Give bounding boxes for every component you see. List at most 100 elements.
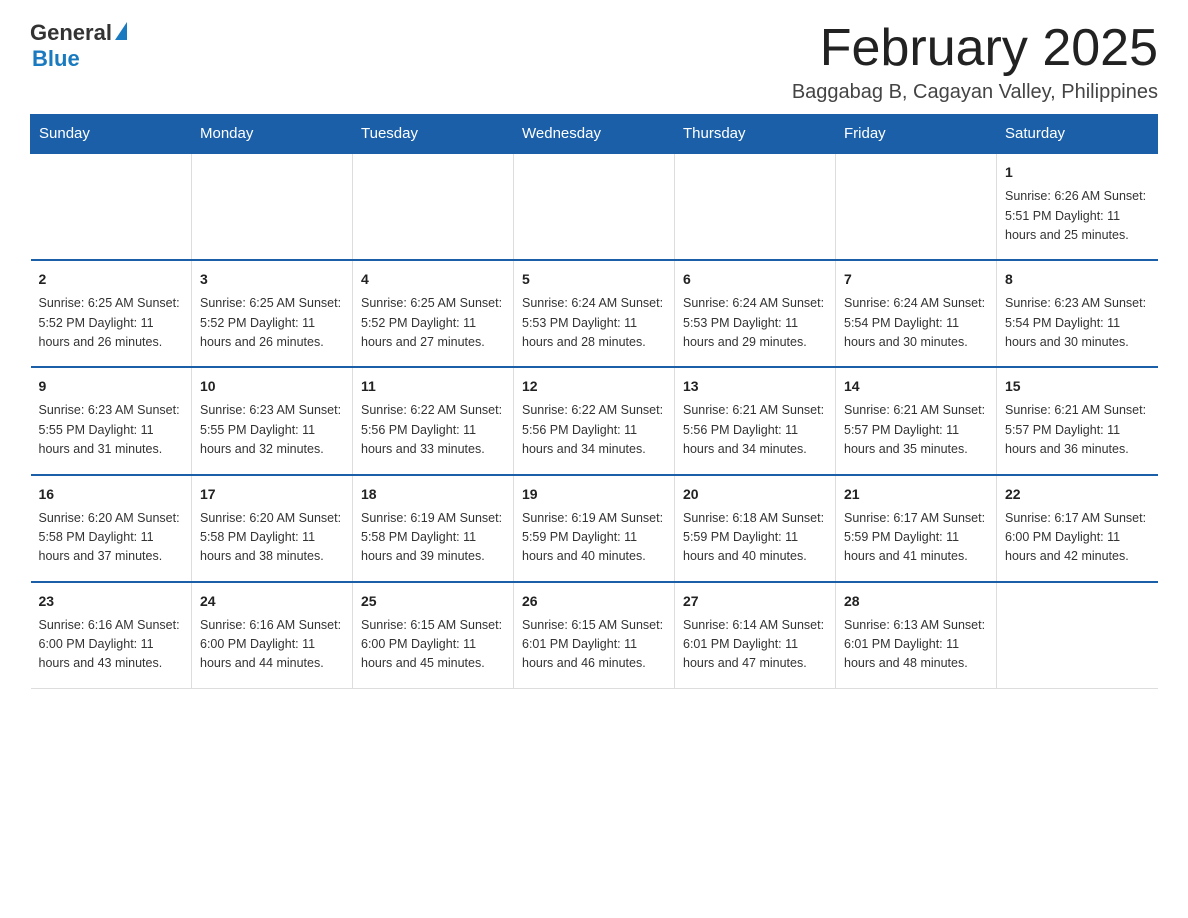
calendar-cell: 14 Sunrise: 6:21 AM Sunset: 5:57 PM Dayli… xyxy=(836,367,997,474)
header-day-saturday: Saturday xyxy=(997,115,1158,154)
day-info: Sunrise: 6:22 AM Sunset: 5:56 PM Dayligh… xyxy=(361,401,505,459)
header-day-monday: Monday xyxy=(192,115,353,154)
day-number: 6 xyxy=(683,269,827,290)
day-info: Sunrise: 6:26 AM Sunset: 5:51 PM Dayligh… xyxy=(1005,187,1150,245)
calendar-cell: 21 Sunrise: 6:17 AM Sunset: 5:59 PM Dayli… xyxy=(836,475,997,582)
day-number: 14 xyxy=(844,376,988,397)
day-number: 19 xyxy=(522,484,666,505)
calendar-cell: 19 Sunrise: 6:19 AM Sunset: 5:59 PM Dayli… xyxy=(514,475,675,582)
day-info: Sunrise: 6:21 AM Sunset: 5:57 PM Dayligh… xyxy=(1005,401,1150,459)
day-info: Sunrise: 6:25 AM Sunset: 5:52 PM Dayligh… xyxy=(39,294,184,352)
calendar-cell xyxy=(675,153,836,260)
day-info: Sunrise: 6:16 AM Sunset: 6:00 PM Dayligh… xyxy=(200,616,344,674)
logo-triangle-icon xyxy=(115,22,127,40)
calendar-cell: 13 Sunrise: 6:21 AM Sunset: 5:56 PM Dayli… xyxy=(675,367,836,474)
logo-blue-text: Blue xyxy=(32,46,80,72)
header-day-wednesday: Wednesday xyxy=(514,115,675,154)
day-info: Sunrise: 6:20 AM Sunset: 5:58 PM Dayligh… xyxy=(39,509,184,567)
title-block: February 2025 Baggabag B, Cagayan Valley… xyxy=(792,20,1158,104)
calendar-cell: 1Sunrise: 6:26 AM Sunset: 5:51 PM Daylig… xyxy=(997,153,1158,260)
calendar-cell: 7 Sunrise: 6:24 AM Sunset: 5:54 PM Daylig… xyxy=(836,260,997,367)
day-number: 7 xyxy=(844,269,988,290)
calendar-cell: 2 Sunrise: 6:25 AM Sunset: 5:52 PM Daylig… xyxy=(31,260,192,367)
calendar-week-2: 2 Sunrise: 6:25 AM Sunset: 5:52 PM Daylig… xyxy=(31,260,1158,367)
day-number: 9 xyxy=(39,376,184,397)
day-info: Sunrise: 6:24 AM Sunset: 5:54 PM Dayligh… xyxy=(844,294,988,352)
calendar-week-4: 16 Sunrise: 6:20 AM Sunset: 5:58 PM Dayli… xyxy=(31,475,1158,582)
calendar-cell: 16 Sunrise: 6:20 AM Sunset: 5:58 PM Dayli… xyxy=(31,475,192,582)
calendar-cell xyxy=(192,153,353,260)
day-number: 8 xyxy=(1005,269,1150,290)
calendar-cell xyxy=(353,153,514,260)
calendar-cell: 11 Sunrise: 6:22 AM Sunset: 5:56 PM Dayli… xyxy=(353,367,514,474)
day-info: Sunrise: 6:17 AM Sunset: 6:00 PM Dayligh… xyxy=(1005,509,1150,567)
logo: General Blue xyxy=(30,20,127,72)
calendar-cell: 15Sunrise: 6:21 AM Sunset: 5:57 PM Dayli… xyxy=(997,367,1158,474)
day-info: Sunrise: 6:18 AM Sunset: 5:59 PM Dayligh… xyxy=(683,509,827,567)
day-number: 20 xyxy=(683,484,827,505)
day-number: 16 xyxy=(39,484,184,505)
day-number: 13 xyxy=(683,376,827,397)
day-number: 21 xyxy=(844,484,988,505)
calendar-cell: 25 Sunrise: 6:15 AM Sunset: 6:00 PM Dayli… xyxy=(353,582,514,689)
header-day-thursday: Thursday xyxy=(675,115,836,154)
calendar-cell: 4 Sunrise: 6:25 AM Sunset: 5:52 PM Daylig… xyxy=(353,260,514,367)
day-info: Sunrise: 6:19 AM Sunset: 5:58 PM Dayligh… xyxy=(361,509,505,567)
day-info: Sunrise: 6:20 AM Sunset: 5:58 PM Dayligh… xyxy=(200,509,344,567)
calendar-cell: 20 Sunrise: 6:18 AM Sunset: 5:59 PM Dayli… xyxy=(675,475,836,582)
day-info: Sunrise: 6:25 AM Sunset: 5:52 PM Dayligh… xyxy=(200,294,344,352)
calendar-cell: 8 Sunrise: 6:23 AM Sunset: 5:54 PM Daylig… xyxy=(997,260,1158,367)
calendar-cell: 28Sunrise: 6:13 AM Sunset: 6:01 PM Dayli… xyxy=(836,582,997,689)
calendar-cell: 12 Sunrise: 6:22 AM Sunset: 5:56 PM Dayli… xyxy=(514,367,675,474)
day-number: 25 xyxy=(361,591,505,612)
day-info: Sunrise: 6:22 AM Sunset: 5:56 PM Dayligh… xyxy=(522,401,666,459)
calendar-cell: 6 Sunrise: 6:24 AM Sunset: 5:53 PM Daylig… xyxy=(675,260,836,367)
day-number: 3 xyxy=(200,269,344,290)
day-info: Sunrise: 6:24 AM Sunset: 5:53 PM Dayligh… xyxy=(683,294,827,352)
day-info: Sunrise: 6:19 AM Sunset: 5:59 PM Dayligh… xyxy=(522,509,666,567)
calendar-cell: 9Sunrise: 6:23 AM Sunset: 5:55 PM Daylig… xyxy=(31,367,192,474)
page-title: February 2025 xyxy=(792,20,1158,77)
page-subtitle: Baggabag B, Cagayan Valley, Philippines xyxy=(792,81,1158,104)
header-day-friday: Friday xyxy=(836,115,997,154)
calendar-cell: 17Sunrise: 6:20 AM Sunset: 5:58 PM Dayli… xyxy=(192,475,353,582)
day-info: Sunrise: 6:14 AM Sunset: 6:01 PM Dayligh… xyxy=(683,616,827,674)
day-number: 18 xyxy=(361,484,505,505)
day-number: 27 xyxy=(683,591,827,612)
day-info: Sunrise: 6:21 AM Sunset: 5:57 PM Dayligh… xyxy=(844,401,988,459)
day-info: Sunrise: 6:21 AM Sunset: 5:56 PM Dayligh… xyxy=(683,401,827,459)
day-number: 12 xyxy=(522,376,666,397)
day-info: Sunrise: 6:17 AM Sunset: 5:59 PM Dayligh… xyxy=(844,509,988,567)
calendar-cell xyxy=(836,153,997,260)
calendar-header: SundayMondayTuesdayWednesdayThursdayFrid… xyxy=(31,115,1158,154)
day-number: 5 xyxy=(522,269,666,290)
calendar-cell: 27 Sunrise: 6:14 AM Sunset: 6:01 PM Dayli… xyxy=(675,582,836,689)
day-info: Sunrise: 6:25 AM Sunset: 5:52 PM Dayligh… xyxy=(361,294,505,352)
calendar-cell: 23Sunrise: 6:16 AM Sunset: 6:00 PM Dayli… xyxy=(31,582,192,689)
calendar-week-3: 9 Sunrise: 6:23 AM Sunset: 5:55 PM Daylig… xyxy=(31,367,1158,474)
calendar-cell xyxy=(514,153,675,260)
logo-general-text: General xyxy=(30,20,112,46)
day-number: 4 xyxy=(361,269,505,290)
day-info: Sunrise: 6:24 AM Sunset: 5:53 PM Dayligh… xyxy=(522,294,666,352)
day-info: Sunrise: 6:16 AM Sunset: 6:00 PM Dayligh… xyxy=(39,616,184,674)
calendar-cell xyxy=(997,582,1158,689)
header-day-tuesday: Tuesday xyxy=(353,115,514,154)
day-number: 2 xyxy=(39,269,184,290)
calendar-cell: 5 Sunrise: 6:24 AM Sunset: 5:53 PM Daylig… xyxy=(514,260,675,367)
calendar-cell: 26Sunrise: 6:15 AM Sunset: 6:01 PM Dayli… xyxy=(514,582,675,689)
day-number: 24 xyxy=(200,591,344,612)
calendar-cell: 22 Sunrise: 6:17 AM Sunset: 6:00 PM Dayli… xyxy=(997,475,1158,582)
day-number: 26 xyxy=(522,591,666,612)
calendar-cell xyxy=(31,153,192,260)
day-number: 10 xyxy=(200,376,344,397)
day-info: Sunrise: 6:15 AM Sunset: 6:00 PM Dayligh… xyxy=(361,616,505,674)
day-info: Sunrise: 6:23 AM Sunset: 5:55 PM Dayligh… xyxy=(200,401,344,459)
day-number: 11 xyxy=(361,376,505,397)
header-day-sunday: Sunday xyxy=(31,115,192,154)
day-number: 22 xyxy=(1005,484,1150,505)
calendar-cell: 24 Sunrise: 6:16 AM Sunset: 6:00 PM Dayli… xyxy=(192,582,353,689)
day-info: Sunrise: 6:23 AM Sunset: 5:54 PM Dayligh… xyxy=(1005,294,1150,352)
page-header: General Blue February 2025 Baggabag B, C… xyxy=(30,20,1158,104)
calendar-week-5: 23Sunrise: 6:16 AM Sunset: 6:00 PM Dayli… xyxy=(31,582,1158,689)
